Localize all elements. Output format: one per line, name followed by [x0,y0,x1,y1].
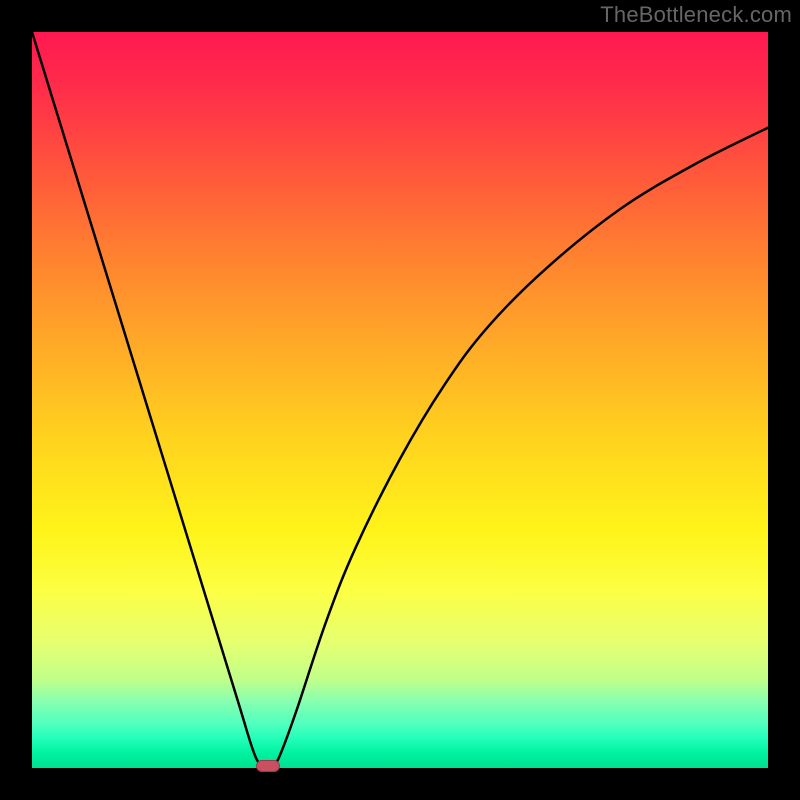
chart-plot-area [32,32,768,768]
watermark-text: TheBottleneck.com [600,2,792,28]
optimum-marker [256,760,280,772]
curve-svg [32,32,768,768]
bottleneck-curve [32,32,768,768]
